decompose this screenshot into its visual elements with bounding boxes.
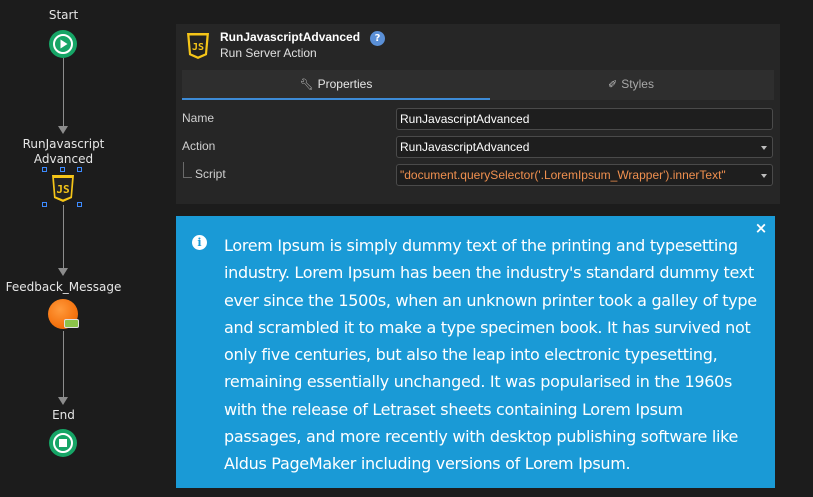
start-node[interactable]: [49, 30, 77, 58]
selection-handle[interactable]: [42, 167, 47, 172]
property-label: Name: [182, 111, 215, 125]
end-node-label: End: [52, 408, 75, 422]
arrow-down-icon: [58, 268, 68, 276]
panel-subtitle: Run Server Action: [220, 46, 317, 60]
message-badge-icon: [64, 319, 79, 328]
svg-text:JS: JS: [192, 42, 204, 53]
connector-line: [63, 331, 64, 397]
end-node[interactable]: [49, 429, 77, 457]
script-expression-value: "document.querySelector('.LoremIpsum_Wra…: [400, 168, 726, 182]
action-select[interactable]: RunJavascriptAdvanced: [396, 136, 773, 158]
flow-canvas: Start RunJavascript Advanced JS Feedback…: [0, 0, 130, 497]
connector-line: [63, 58, 64, 126]
brush-icon: ✐: [608, 79, 618, 91]
feedback-node-label: Feedback_Message: [5, 280, 122, 294]
action-select-value: RunJavascriptAdvanced: [400, 140, 530, 154]
selection-handle[interactable]: [77, 167, 82, 172]
arrow-down-icon: [58, 126, 68, 134]
run-javascript-node[interactable]: JS: [48, 173, 78, 203]
properties-panel: JS RunJavascriptAdvanced ? Run Server Ac…: [176, 24, 780, 204]
javascript-icon: JS: [187, 33, 209, 59]
chevron-down-icon[interactable]: [761, 146, 767, 150]
help-icon[interactable]: ?: [370, 31, 385, 46]
tree-connector: [183, 162, 192, 178]
wrench-icon: 🔧︎: [299, 79, 314, 91]
play-icon: [53, 34, 73, 54]
selection-handle[interactable]: [60, 167, 65, 172]
connector-line: [63, 205, 64, 268]
js-node-label-line2: Advanced: [33, 152, 94, 166]
js-node-label-line1: RunJavascript: [22, 137, 105, 151]
tab-styles-label: Styles: [621, 77, 654, 91]
property-row-script: Script "document.querySelector('.LoremIp…: [176, 162, 780, 188]
banner-message-text: Lorem Ipsum is simply dummy text of the …: [224, 236, 757, 474]
property-label: Action: [182, 139, 216, 153]
name-input[interactable]: RunJavascriptAdvanced: [396, 108, 773, 130]
property-row-name: Name RunJavascriptAdvanced: [176, 106, 780, 132]
svg-text:JS: JS: [56, 183, 69, 196]
panel-header: JS RunJavascriptAdvanced ? Run Server Ac…: [176, 24, 780, 68]
tab-properties[interactable]: 🔧︎ Properties: [182, 70, 490, 100]
selection-handle[interactable]: [77, 202, 82, 207]
script-expression-input[interactable]: "document.querySelector('.LoremIpsum_Wra…: [396, 164, 773, 186]
panel-tabs: 🔧︎ Properties ✐ Styles: [182, 70, 774, 100]
javascript-icon: JS: [52, 175, 74, 202]
panel-title: RunJavascriptAdvanced: [220, 30, 361, 44]
selection-handle[interactable]: [42, 202, 47, 207]
start-node-label: Start: [48, 8, 79, 22]
property-row-action: Action RunJavascriptAdvanced: [176, 134, 780, 160]
chevron-down-icon[interactable]: [761, 174, 767, 178]
tab-styles[interactable]: ✐ Styles: [488, 70, 774, 100]
arrow-down-icon: [58, 397, 68, 405]
info-icon: i: [192, 235, 207, 250]
feedback-message-banner: i × Lorem Ipsum is simply dummy text of …: [176, 216, 775, 488]
stop-icon: [53, 433, 73, 453]
tab-properties-label: Properties: [317, 77, 373, 91]
property-label: Script: [195, 167, 226, 181]
